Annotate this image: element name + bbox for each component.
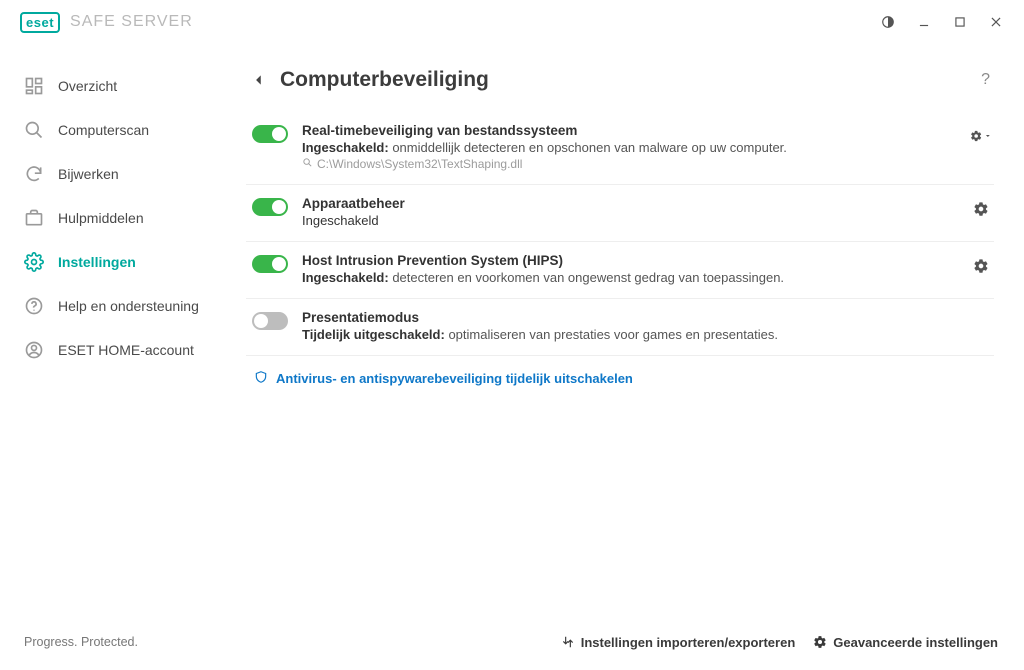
sidebar-item-account[interactable]: ESET HOME-account [0, 328, 240, 372]
sidebar-item-help[interactable]: Help en ondersteuning [0, 284, 240, 328]
sidebar-item-label: Overzicht [58, 78, 117, 94]
advanced-settings-link[interactable]: Geavanceerde instellingen [813, 635, 998, 650]
toggle-realtime-protection[interactable] [252, 125, 288, 143]
setting-device-control: Apparaatbeheer Ingeschakeld [246, 185, 994, 242]
window-close-button[interactable] [978, 4, 1014, 40]
window-maximize-button[interactable] [942, 4, 978, 40]
sidebar-item-label: ESET HOME-account [58, 342, 194, 358]
footer-tagline: Progress. Protected. [24, 635, 138, 649]
help-icon[interactable]: ? [981, 71, 994, 89]
setting-hips: Host Intrusion Prevention System (HIPS) … [246, 242, 994, 299]
window-minimize-button[interactable] [906, 4, 942, 40]
setting-subtitle: Ingeschakeld: detecteren en voorkomen va… [302, 270, 956, 285]
sidebar-item-scan[interactable]: Computerscan [0, 108, 240, 152]
sidebar-item-label: Computerscan [58, 122, 149, 138]
setting-options-button[interactable] [970, 198, 992, 220]
search-icon [24, 120, 44, 140]
page-head: Computerbeveiliging ? [246, 62, 994, 112]
setting-options-dropdown[interactable] [970, 125, 992, 147]
setting-title: Presentatiemodus [302, 310, 992, 325]
setting-subtitle: Tijdelijk uitgeschakeld: optimaliseren v… [302, 327, 992, 342]
setting-realtime-protection: Real-timebeveiliging van bestandssysteem… [246, 112, 994, 185]
page-title: Computerbeveiliging [280, 68, 489, 92]
import-export-link[interactable]: Instellingen importeren/exporteren [561, 635, 796, 650]
sidebar-item-label: Hulpmiddelen [58, 210, 144, 226]
setting-title: Apparaatbeheer [302, 196, 956, 211]
dashboard-icon [24, 76, 44, 96]
toggle-hips[interactable] [252, 255, 288, 273]
toggle-presentation-mode[interactable] [252, 312, 288, 330]
magnifier-icon [302, 157, 313, 171]
setting-title: Real-timebeveiliging van bestandssysteem [302, 123, 956, 138]
sidebar-item-tools[interactable]: Hulpmiddelen [0, 196, 240, 240]
refresh-icon [24, 164, 44, 184]
setting-title: Host Intrusion Prevention System (HIPS) [302, 253, 956, 268]
sidebar-item-overview[interactable]: Overzicht [0, 64, 240, 108]
setting-presentation-mode: Presentatiemodus Tijdelijk uitgeschakeld… [246, 299, 994, 356]
disable-protection-link[interactable]: Antivirus- en antispywarebeveiliging tij… [246, 356, 994, 387]
toggle-device-control[interactable] [252, 198, 288, 216]
gear-icon [24, 252, 44, 272]
briefcase-icon [24, 208, 44, 228]
brand-logo: eset [20, 12, 60, 33]
link-label: Antivirus- en antispywarebeveiliging tij… [276, 371, 633, 386]
shield-icon [254, 370, 268, 387]
import-export-icon [561, 635, 575, 649]
content: Computerbeveiliging ? Real-timebeveiligi… [240, 44, 1024, 614]
sidebar-item-label: Bijwerken [58, 166, 119, 182]
help-circle-icon [24, 296, 44, 316]
sidebar-item-label: Help en ondersteuning [58, 298, 199, 314]
sidebar: Overzicht Computerscan Bijwerken Hulpmid… [0, 44, 240, 614]
sidebar-item-label: Instellingen [58, 254, 136, 270]
theme-contrast-icon[interactable] [870, 4, 906, 40]
titlebar: eset SAFE SERVER [0, 0, 1024, 44]
footer: Progress. Protected. Instellingen import… [0, 614, 1024, 670]
back-button[interactable] [252, 73, 266, 87]
sidebar-item-update[interactable]: Bijwerken [0, 152, 240, 196]
setting-options-button[interactable] [970, 255, 992, 277]
app-title: SAFE SERVER [70, 13, 193, 31]
setting-subtitle: Ingeschakeld [302, 213, 956, 228]
sidebar-item-settings[interactable]: Instellingen [0, 240, 240, 284]
setting-subtitle: Ingeschakeld: onmiddellijk detecteren en… [302, 140, 956, 155]
user-circle-icon [24, 340, 44, 360]
setting-scan-path: C:\Windows\System32\TextShaping.dll [302, 157, 956, 171]
gear-icon [813, 635, 827, 649]
